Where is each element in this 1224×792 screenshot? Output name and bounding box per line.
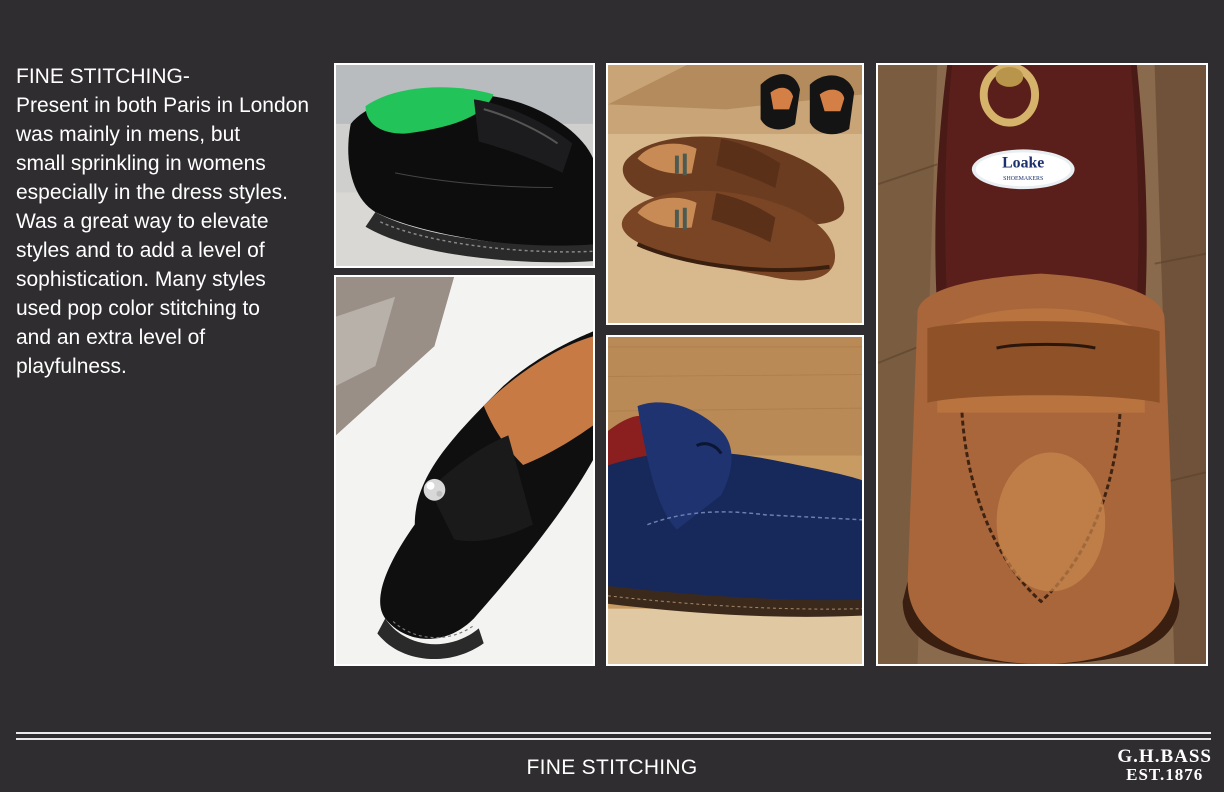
footer-rule-bottom [16, 738, 1211, 740]
brand-established: EST.1876 [1126, 765, 1204, 784]
brand-logo: G.H.BASS EST.1876 [1117, 746, 1212, 784]
description-heading: FINE STITCHING- [16, 65, 190, 88]
description-line: was mainly in mens, but [16, 123, 241, 146]
description-line: small sprinkling in womens [16, 152, 266, 175]
loake-tree-sublabel: SHOEMAKERS [1003, 176, 1043, 182]
brand-name: G.H.BASS [1117, 746, 1212, 767]
photo-black-loafer-green-lining [334, 63, 595, 268]
description-line: styles and to add a level of [16, 239, 265, 262]
description-line: especially in the dress styles. [16, 181, 288, 204]
footer-title: FINE STITCHING [526, 756, 698, 779]
description-line: used pop color stitching to [16, 297, 260, 320]
description-line: Was a great way to elevate [16, 210, 269, 233]
description-line: sophistication. Many styles [16, 268, 266, 291]
photo-brown-loafers-shelf [606, 63, 864, 325]
loake-tree-label: Loake [1002, 154, 1044, 171]
photo-womens-loafer-brooch [334, 275, 595, 666]
photo-tan-loafer-loake-tree: Loake SHOEMAKERS [876, 63, 1208, 666]
photo-navy-suede-loafer [606, 335, 864, 666]
description-line: Present in both Paris in London [16, 94, 310, 117]
footer-rule-top [16, 732, 1211, 734]
description-text-block: FINE STITCHING- Present in both Paris in… [16, 62, 334, 381]
description-line: playfulness. [16, 355, 127, 378]
description-line: and an extra level of [16, 326, 206, 349]
